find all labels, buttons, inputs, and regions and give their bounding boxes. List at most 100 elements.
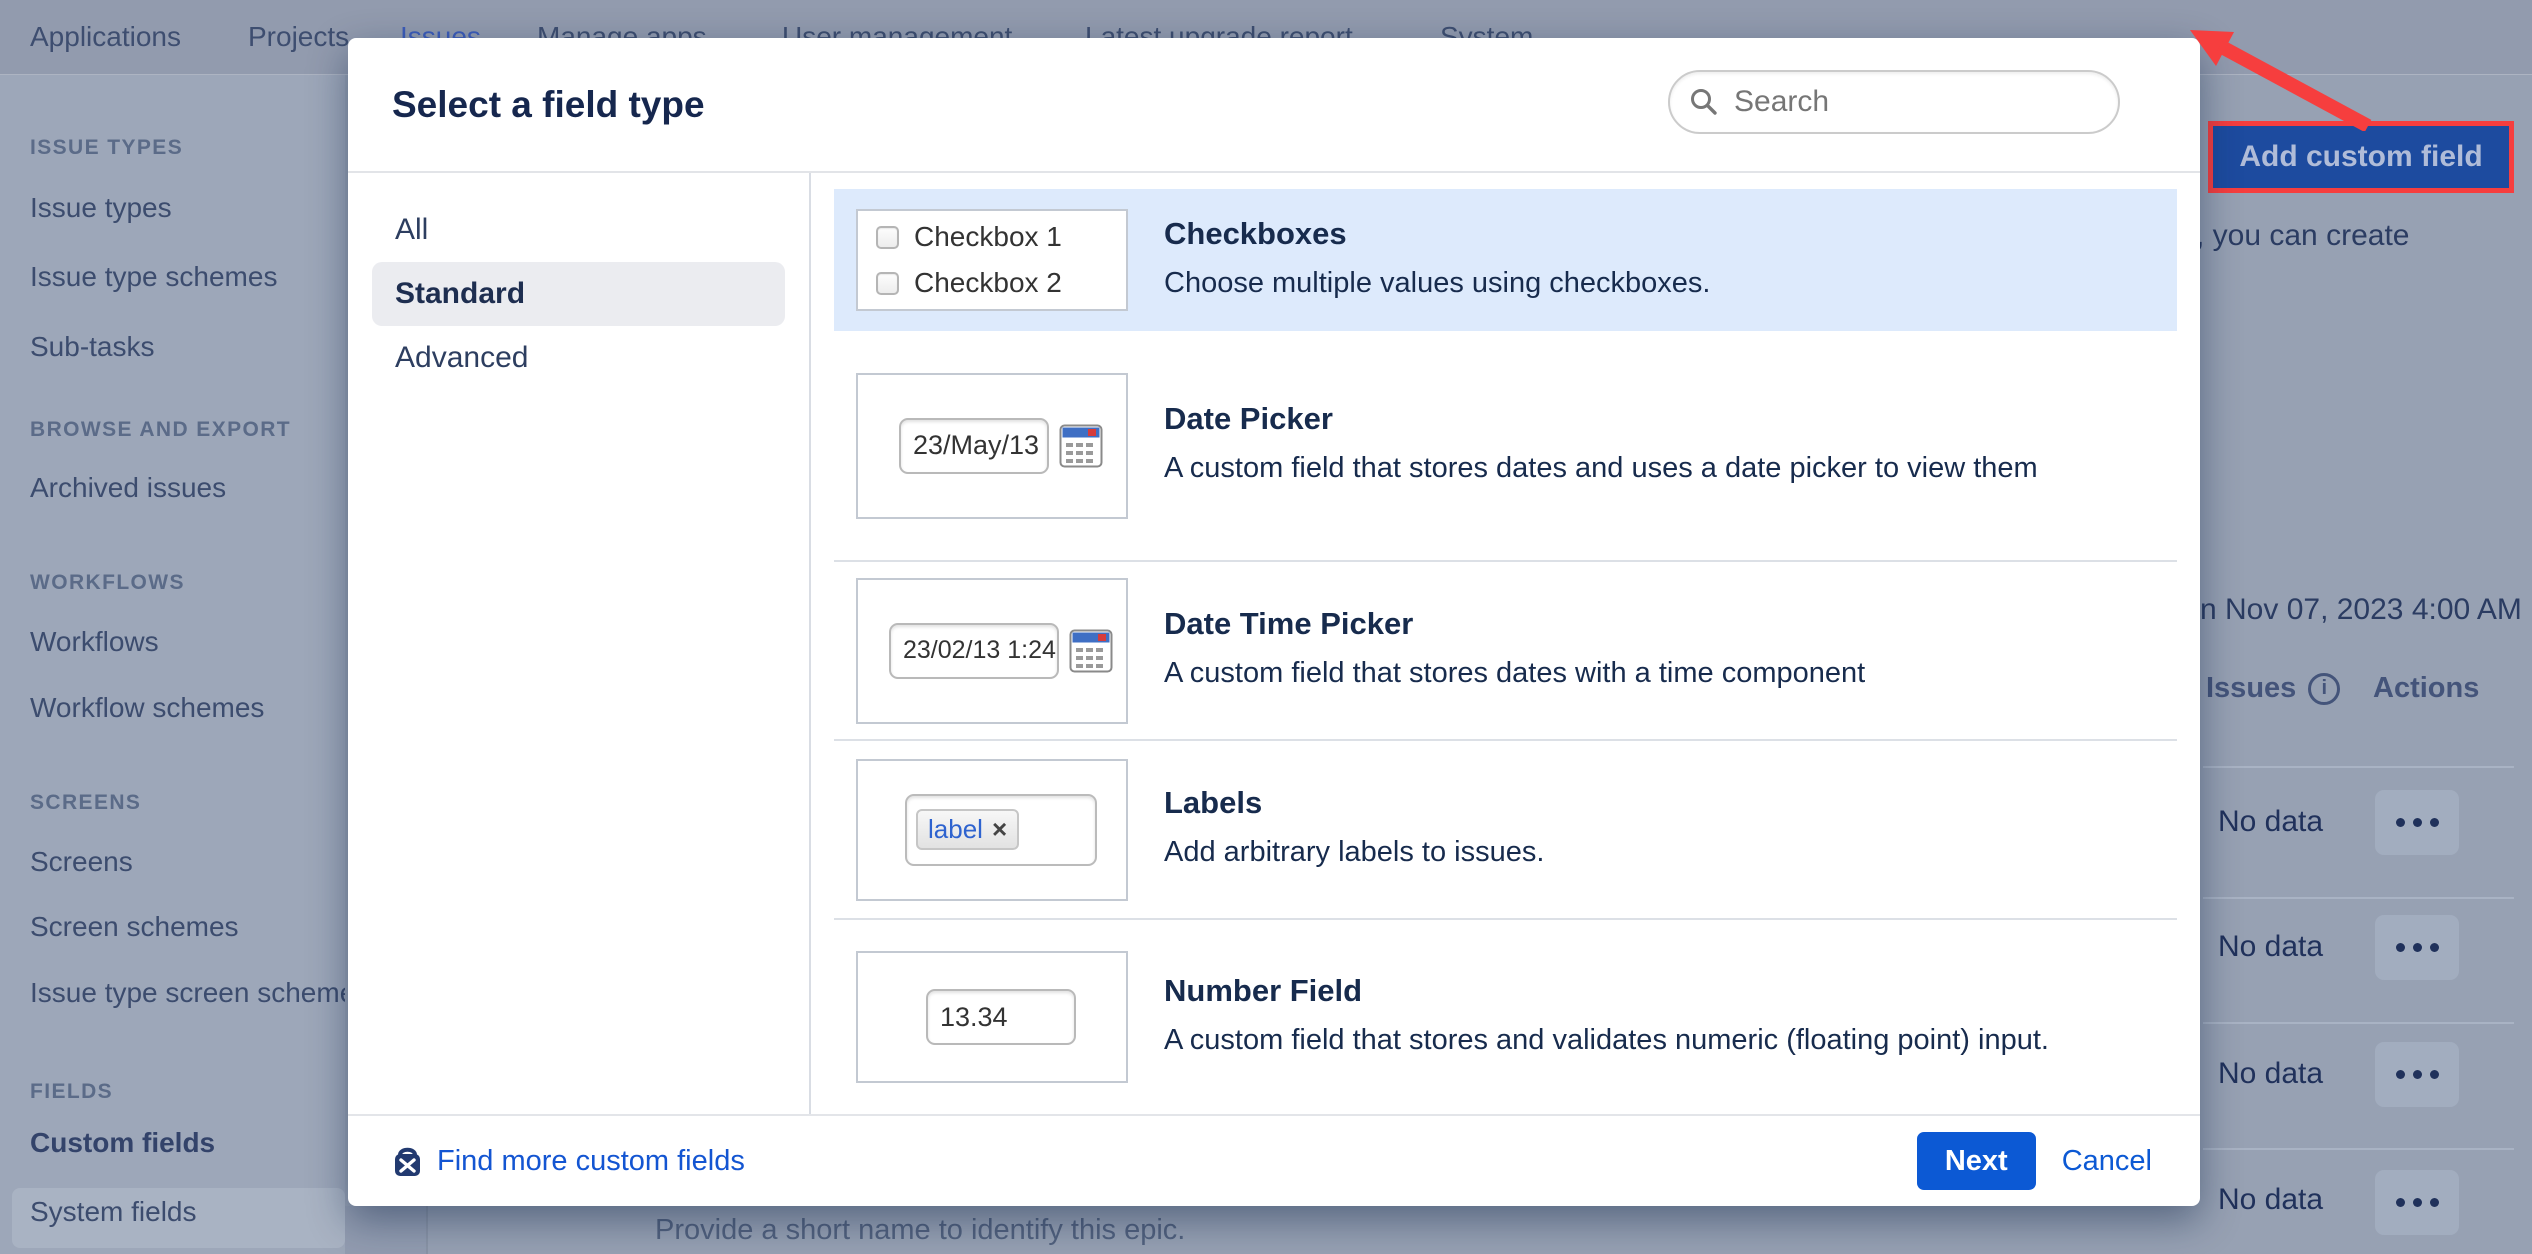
date-time-picker-preview: 23/02/13 1:24: [856, 578, 1128, 724]
dialog-body: All Standard Advanced Checkbox 1 Checkbo…: [348, 173, 2200, 1114]
issues-column-header: Issues i: [2206, 672, 2340, 705]
next-button[interactable]: Next: [1917, 1132, 2036, 1190]
search-input[interactable]: [1732, 84, 2100, 120]
sidebar-item-workflow-schemes[interactable]: Workflow schemes: [30, 692, 264, 724]
row-title: Labels: [1164, 785, 1544, 821]
row-title: Number Field: [1164, 973, 2049, 1009]
checkbox-label: Checkbox 1: [914, 221, 1062, 253]
dialog-header: Select a field type: [348, 38, 2200, 173]
label-chip: label ×: [916, 809, 1019, 850]
timestamp-text: n Nov 07, 2023 4:00 AM: [2200, 593, 2512, 627]
dialog-footer: Find more custom fields Next Cancel: [348, 1114, 2200, 1206]
settings-sidebar: ISSUE TYPES Issue types Issue type schem…: [0, 75, 345, 1254]
labels-preview: label ×: [856, 759, 1128, 901]
row-description: A custom field that stores dates with a …: [1164, 651, 1865, 695]
sidebar-item-screen-schemes[interactable]: Screen schemes: [30, 911, 239, 943]
number-input-preview: 13.34: [926, 989, 1076, 1045]
issues-header-label: Issues: [2206, 672, 2296, 705]
number-field-preview: 13.34: [856, 951, 1128, 1083]
ellipsis-icon: [2396, 818, 2405, 827]
date-picker-preview: 23/May/13: [856, 373, 1128, 519]
row-description: A custom field that stores dates and use…: [1164, 446, 2038, 490]
row-title: Date Time Picker: [1164, 606, 1865, 642]
sidebar-item-custom-fields[interactable]: Custom fields: [30, 1127, 215, 1159]
background-panel-edge: [345, 1206, 428, 1254]
field-type-tabs: All Standard Advanced: [348, 173, 811, 1114]
sidebar-item-archived-issues[interactable]: Archived issues: [30, 472, 226, 504]
cancel-button[interactable]: Cancel: [2062, 1145, 2152, 1178]
more-actions-button[interactable]: [2375, 915, 2459, 980]
nav-item-projects[interactable]: Projects: [248, 21, 349, 53]
sidebar-section-screens: SCREENS: [30, 791, 141, 815]
label-chip-text: label: [928, 814, 983, 845]
datetime-input-preview: 23/02/13 1:24: [889, 623, 1059, 679]
find-more-custom-fields-link[interactable]: Find more custom fields: [392, 1144, 745, 1179]
row-description: A custom field that stores and validates…: [1164, 1018, 2049, 1062]
select-field-type-dialog: Select a field type All Standard Advance…: [348, 38, 2200, 1206]
more-actions-button[interactable]: [2375, 1170, 2459, 1235]
search-field: [1668, 70, 2120, 134]
sidebar-section-workflows: WORKFLOWS: [30, 571, 185, 595]
dialog-title: Select a field type: [392, 84, 705, 126]
partial-sentence: , you can create: [2200, 219, 2409, 253]
add-custom-field-highlight: Add custom field: [2208, 121, 2514, 193]
sidebar-item-issue-type-schemes[interactable]: Issue type schemes: [30, 261, 277, 293]
search-icon: [1688, 86, 1720, 118]
tab-advanced[interactable]: Advanced: [348, 326, 809, 390]
sidebar-section-fields: FIELDS: [30, 1080, 113, 1104]
ellipsis-icon: [2396, 1070, 2405, 1079]
checkbox-icon: [876, 226, 899, 249]
sidebar-section-issue-types: ISSUE TYPES: [30, 136, 183, 160]
tab-all[interactable]: All: [348, 198, 809, 262]
table-row-no-data: No data: [2218, 1183, 2323, 1217]
row-description: Add arbitrary labels to issues.: [1164, 830, 1544, 874]
row-description: Choose multiple values using checkboxes.: [1164, 261, 1710, 305]
sidebar-section-browse-export: BROWSE AND EXPORT: [30, 418, 291, 442]
app-screenshot: Applications Projects Issues Manage apps…: [0, 0, 2532, 1254]
remove-label-icon: ×: [992, 814, 1007, 845]
sidebar-item-issue-types[interactable]: Issue types: [30, 192, 172, 224]
sidebar-item-sub-tasks[interactable]: Sub-tasks: [30, 331, 155, 363]
tab-standard[interactable]: Standard: [372, 262, 785, 326]
nav-item-applications[interactable]: Applications: [30, 21, 181, 53]
date-input-preview: 23/May/13: [899, 418, 1049, 474]
background-content-right: Add custom field , you can create n Nov …: [2200, 0, 2532, 1254]
more-actions-button[interactable]: [2375, 1042, 2459, 1107]
table-divider: [2203, 897, 2514, 899]
sidebar-item-issue-type-screen-schemes[interactable]: Issue type screen schemes: [30, 977, 345, 1009]
actions-column-header: Actions: [2373, 672, 2479, 705]
field-type-row-date-picker[interactable]: 23/May/13 Date Picker A custom field tha…: [834, 331, 2177, 562]
sidebar-item-system-fields[interactable]: System fields: [30, 1196, 197, 1228]
row-title: Checkboxes: [1164, 216, 1710, 252]
table-divider: [2203, 766, 2514, 768]
field-type-list: Checkbox 1 Checkbox 2 Checkboxes Choose …: [811, 173, 2200, 1114]
more-actions-button[interactable]: [2375, 790, 2459, 855]
calendar-icon: [1059, 424, 1103, 468]
checkboxes-preview: Checkbox 1 Checkbox 2: [856, 209, 1128, 311]
field-type-row-number-field[interactable]: 13.34 Number Field A custom field that s…: [834, 920, 2177, 1114]
checkbox-icon: [876, 272, 899, 295]
marketplace-icon: [392, 1144, 423, 1179]
field-type-row-date-time-picker[interactable]: 23/02/13 1:24 Date Time Picker A custom …: [834, 562, 2177, 741]
find-more-label: Find more custom fields: [437, 1145, 745, 1178]
table-row-no-data: No data: [2218, 805, 2323, 839]
row-title: Date Picker: [1164, 401, 2038, 437]
background-content-bottom: Provide a short name to identify this ep…: [345, 1206, 2200, 1254]
field-type-row-labels[interactable]: label × Labels Add arbitrary labels to i…: [834, 741, 2177, 920]
ellipsis-icon: [2396, 1198, 2405, 1207]
labels-input-preview: label ×: [905, 794, 1097, 866]
epic-name-hint-text: Provide a short name to identify this ep…: [655, 1214, 1185, 1247]
calendar-icon: [1069, 629, 1113, 673]
add-custom-field-button[interactable]: Add custom field: [2239, 140, 2482, 174]
table-divider: [2203, 1022, 2514, 1024]
table-row-no-data: No data: [2218, 930, 2323, 964]
field-type-row-checkboxes[interactable]: Checkbox 1 Checkbox 2 Checkboxes Choose …: [834, 189, 2177, 331]
checkbox-label: Checkbox 2: [914, 267, 1062, 299]
info-icon[interactable]: i: [2308, 673, 2340, 705]
sidebar-item-workflows[interactable]: Workflows: [30, 626, 159, 658]
table-row-no-data: No data: [2218, 1057, 2323, 1091]
actions-header-label: Actions: [2373, 672, 2479, 705]
table-divider: [2203, 1148, 2514, 1150]
sidebar-item-screens[interactable]: Screens: [30, 846, 133, 878]
ellipsis-icon: [2396, 943, 2405, 952]
